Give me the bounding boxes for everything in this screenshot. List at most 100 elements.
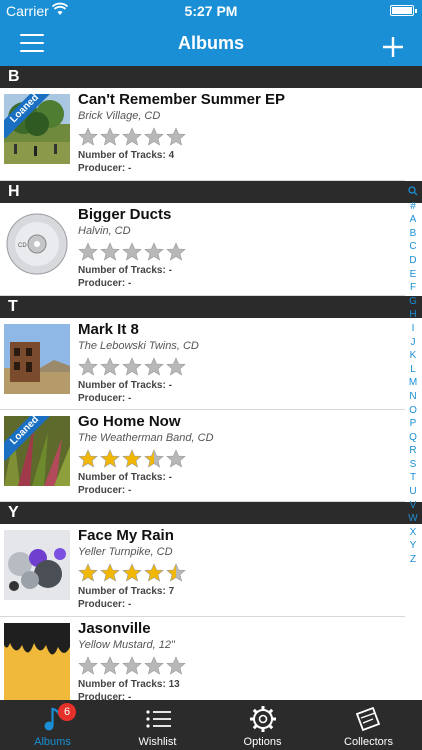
index-letter[interactable]: N (406, 390, 420, 404)
star-icon[interactable] (100, 449, 120, 469)
rating-stars[interactable] (78, 127, 285, 149)
album-cover: Loaned (4, 94, 70, 164)
index-letter[interactable]: B (406, 227, 420, 241)
star-icon[interactable] (166, 656, 186, 676)
album-title: Bigger Ducts (78, 206, 172, 223)
star-icon[interactable] (78, 656, 98, 676)
producer-label: Producer: - (78, 163, 132, 174)
star-icon[interactable] (122, 449, 142, 469)
index-letter[interactable]: M (406, 376, 420, 390)
album-row[interactable]: Jasonville Yellow Mustard, 12" Number of… (0, 617, 405, 703)
star-icon[interactable] (166, 357, 186, 377)
index-letter[interactable]: J (406, 336, 420, 350)
star-icon[interactable] (78, 357, 98, 377)
rating-stars[interactable] (78, 242, 188, 264)
section-header-b: B (0, 66, 422, 88)
section-header-h: H (0, 181, 422, 203)
index-letter[interactable]: Z (406, 553, 420, 567)
star-icon[interactable] (122, 242, 142, 262)
star-icon[interactable] (144, 449, 164, 469)
alphabet-index[interactable]: # A B C D E F G H I J K L M N O P Q R S T U V W X Y Z (406, 186, 420, 582)
index-letter[interactable]: Y (406, 539, 420, 553)
star-icon[interactable] (166, 242, 186, 262)
index-search-icon[interactable] (406, 186, 420, 200)
tab-wishlist[interactable]: Wishlist (105, 700, 210, 750)
index-letter[interactable]: E (406, 268, 420, 282)
index-letter[interactable]: F (406, 281, 420, 295)
album-row[interactable]: CD Bigger Ducts Halvin, CD Number of Tra… (0, 203, 405, 296)
index-letter[interactable]: K (406, 349, 420, 363)
star-icon[interactable] (166, 449, 186, 469)
nav-bar: Albums (0, 22, 422, 66)
index-letter[interactable]: Q (406, 431, 420, 445)
album-title: Face My Rain (78, 527, 174, 544)
album-cover (4, 623, 70, 700)
tab-options[interactable]: Options (210, 700, 315, 750)
album-title: Go Home Now (78, 413, 181, 430)
star-icon[interactable] (100, 242, 120, 262)
rating-stars[interactable] (78, 357, 199, 379)
index-letter[interactable]: O (406, 404, 420, 418)
star-icon[interactable] (122, 656, 142, 676)
index-letter[interactable]: C (406, 240, 420, 254)
album-row[interactable]: Loaned Can't Remember Summer EP Brick Vi… (0, 88, 405, 181)
section-header-y: Y (0, 502, 422, 524)
rating-stars[interactable] (78, 449, 214, 471)
star-icon[interactable] (78, 242, 98, 262)
star-icon[interactable] (122, 357, 142, 377)
add-album-button[interactable] (382, 28, 404, 64)
album-cover (4, 324, 70, 394)
rating-stars[interactable] (78, 563, 188, 585)
star-icon[interactable] (78, 563, 98, 583)
tab-albums[interactable]: 6 Albums (0, 700, 105, 750)
index-letter[interactable]: W (406, 512, 420, 526)
star-icon[interactable] (166, 127, 186, 147)
rating-stars[interactable] (78, 656, 188, 678)
index-letter[interactable]: S (406, 458, 420, 472)
album-subtitle: Yellow Mustard, 12" (78, 639, 175, 651)
star-icon[interactable] (100, 656, 120, 676)
album-row[interactable]: Mark It 8 The Lebowski Twins, CD Number … (0, 318, 405, 410)
star-icon[interactable] (78, 449, 98, 469)
index-letter[interactable]: I (406, 322, 420, 336)
index-letter[interactable]: U (406, 485, 420, 499)
index-letter[interactable]: G (406, 295, 420, 309)
index-letter[interactable]: T (406, 471, 420, 485)
star-icon[interactable] (144, 563, 164, 583)
album-row[interactable]: Face My Rain Yeller Turnpike, CD Number … (0, 524, 405, 617)
album-row[interactable]: Loaned Go Home Now The Weatherman Band, … (0, 410, 405, 502)
index-letter[interactable]: V (406, 499, 420, 513)
tab-collectors[interactable]: Collectors (315, 700, 422, 750)
album-title: Can't Remember Summer EP (78, 91, 285, 108)
tab-label: Collectors (344, 736, 393, 748)
producer-label: Producer: - (78, 278, 132, 289)
tab-label: Albums (34, 736, 71, 748)
star-icon[interactable] (144, 242, 164, 262)
track-count: Number of Tracks: 4 (78, 150, 175, 161)
index-letter[interactable]: P (406, 417, 420, 431)
albums-badge: 6 (58, 703, 76, 721)
index-letter[interactable]: D (406, 254, 420, 268)
star-icon[interactable] (100, 357, 120, 377)
star-icon[interactable] (100, 127, 120, 147)
index-letter[interactable]: X (406, 526, 420, 540)
star-icon[interactable] (100, 563, 120, 583)
star-icon[interactable] (122, 563, 142, 583)
star-icon[interactable] (78, 127, 98, 147)
index-letter[interactable]: H (406, 308, 420, 322)
index-letter[interactable]: L (406, 363, 420, 377)
star-icon[interactable] (144, 357, 164, 377)
tab-label: Options (243, 736, 282, 748)
star-icon[interactable] (144, 127, 164, 147)
svg-text:CD: CD (18, 243, 27, 249)
producer-label: Producer: - (78, 393, 132, 404)
album-cover: CD (4, 209, 70, 279)
album-cover: Loaned (4, 416, 70, 486)
star-icon[interactable] (122, 127, 142, 147)
star-icon[interactable] (144, 656, 164, 676)
index-letter[interactable]: # (406, 200, 420, 214)
tab-label: Wishlist (138, 736, 177, 748)
index-letter[interactable]: R (406, 444, 420, 458)
star-icon[interactable] (166, 563, 186, 583)
index-letter[interactable]: A (406, 213, 420, 227)
